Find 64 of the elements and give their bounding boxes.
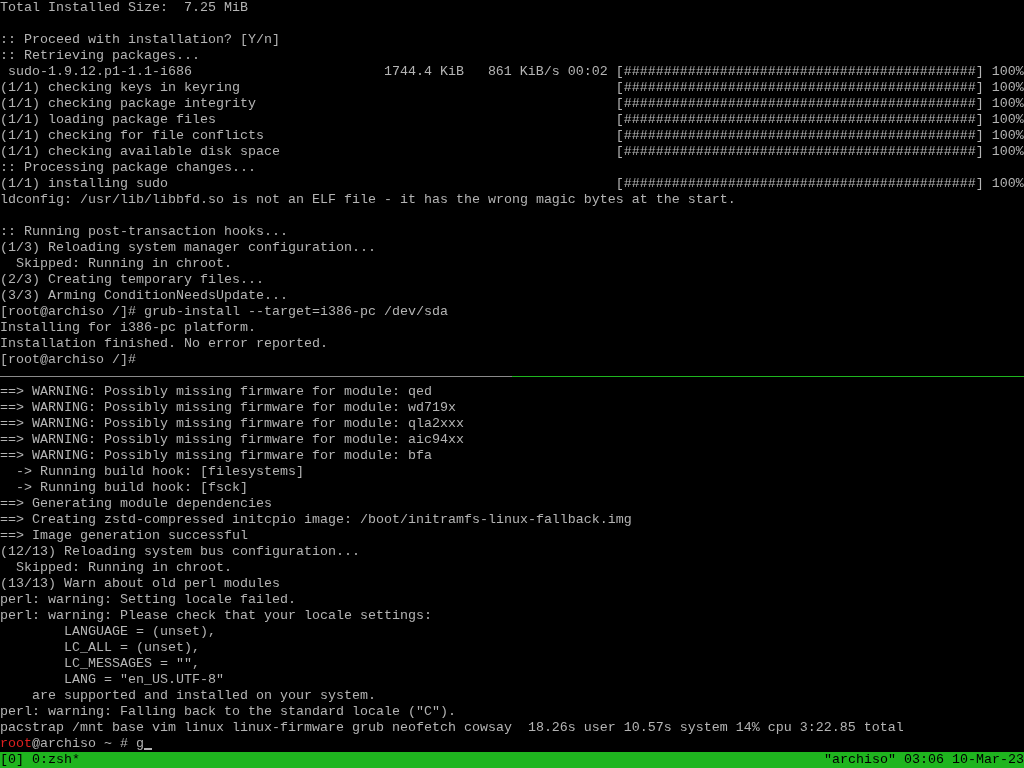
progress-label: (1/1) checking package integrity: [0, 96, 256, 112]
shell-prompt: root@archiso ~ # g: [0, 736, 144, 752]
progress-bar-text: [############################################]: [615, 80, 984, 96]
progress-label: (1/1) checking for file conflicts: [0, 128, 264, 144]
terminal-line: (2/3) Creating temporary files...: [0, 272, 264, 288]
progress-percent: 100%: [991, 112, 1024, 128]
progress-bar-text: [############################################]: [615, 112, 984, 128]
terminal-line: perl: warning: Please check that your locale settings:: [0, 608, 432, 624]
transfer-rate: 861 KiB/s: [487, 64, 560, 80]
terminal-line: :: Running post-transaction hooks...: [0, 224, 288, 240]
terminal-line: ==> WARNING: Possibly missing firmware for module: wd719x: [0, 400, 456, 416]
terminal-line: perl: warning: Falling back to the standard locale ("C").: [0, 704, 456, 720]
progress-bar-text: [############################################]: [615, 176, 984, 192]
terminal-line: -> Running build hook: [fsck]: [15, 480, 248, 496]
progress-percent: 100%: [991, 96, 1024, 112]
progress-percent: 100%: [991, 128, 1024, 144]
progress-percent: 100%: [991, 80, 1024, 96]
terminal-line: ==> Image generation successful: [0, 528, 248, 544]
terminal-line: Installing for i386-pc platform.: [0, 320, 256, 336]
terminal-line: ==> WARNING: Possibly missing firmware for module: bfa: [0, 448, 432, 464]
terminal-line: (13/13) Warn about old perl modules: [0, 576, 280, 592]
progress-label: (1/1) loading package files: [0, 112, 216, 128]
terminal-line: ==> WARNING: Possibly missing firmware for module: qed: [0, 384, 432, 400]
terminal-line: Total Installed Size: 7.25 MiB: [0, 0, 248, 16]
progress-label: (1/1) installing sudo: [0, 176, 168, 192]
text-cursor: [144, 748, 152, 750]
progress-label: sudo-1.9.12.p1-1.1-i686: [7, 64, 192, 80]
progress-bar-text: [############################################]: [615, 96, 984, 112]
progress-percent: 100%: [991, 64, 1024, 80]
terminal-line: Skipped: Running in chroot.: [15, 256, 232, 272]
elapsed-time: 00:02: [567, 64, 608, 80]
terminal-line: [root@archiso /]# grub-install --target=i386-pc /dev/sda: [0, 304, 448, 320]
terminal-line: ==> Generating module dependencies: [0, 496, 272, 512]
terminal-line: LC_MESSAGES = "",: [63, 656, 200, 672]
download-size: 1744.4 KiB: [383, 64, 464, 80]
terminal-line: ==> Creating zstd-compressed initcpio image: /boot/initramfs-linux-fallback.img: [0, 512, 632, 528]
window-list[interactable]: [0] 0:zsh*: [0, 752, 80, 768]
terminal-line: LANGUAGE = (unset),: [63, 624, 216, 640]
terminal-line: ==> WARNING: Possibly missing firmware for module: aic94xx: [0, 432, 464, 448]
progress-label: (1/1) checking available disk space: [0, 144, 280, 160]
terminal-line: ==> WARNING: Possibly missing firmware for module: qla2xxx: [0, 416, 464, 432]
terminal-line: perl: warning: Setting locale failed.: [0, 592, 296, 608]
terminal-line: [root@archiso /]#: [0, 352, 136, 368]
terminal-line: -> Running build hook: [filesystems]: [15, 464, 304, 480]
progress-bar-text: [############################################]: [615, 64, 984, 80]
terminal-line: :: Processing package changes...: [0, 160, 256, 176]
terminal-line: :: Retrieving packages...: [0, 48, 200, 64]
progress-label: (1/1) checking keys in keyring: [0, 80, 240, 96]
terminal-line: LC_ALL = (unset),: [63, 640, 200, 656]
terminal-line: are supported and installed on your system.: [31, 688, 376, 704]
progress-percent: 100%: [991, 144, 1024, 160]
terminal-line: (3/3) Arming ConditionNeedsUpdate...: [0, 288, 288, 304]
terminal-line: ldconfig: /usr/lib/libbfd.so is not an ELF file - it has the wrong magic bytes at the start.: [0, 192, 736, 208]
terminal-line: (1/3) Reloading system manager configuration...: [0, 240, 376, 256]
terminal-line: pacstrap /mnt base vim linux linux-firmware grub neofetch cowsay 18.26s user 10.57s system 14% cpu 3:22.85 total: [0, 720, 904, 736]
terminal-line: Installation finished. No error reported.: [0, 336, 328, 352]
progress-bar-text: [############################################]: [615, 144, 984, 160]
progress-percent: 100%: [991, 176, 1024, 192]
terminal-line: (12/13) Reloading system bus configuration...: [0, 544, 360, 560]
progress-bar-text: [############################################]: [615, 128, 984, 144]
terminal-line: LANG = "en_US.UTF-8": [63, 672, 224, 688]
terminal-line: :: Proceed with installation? [Y/n]: [0, 32, 280, 48]
status-info: "archiso" 03:06 10-Mar-23: [824, 752, 1024, 768]
terminal-line: Skipped: Running in chroot.: [15, 560, 232, 576]
